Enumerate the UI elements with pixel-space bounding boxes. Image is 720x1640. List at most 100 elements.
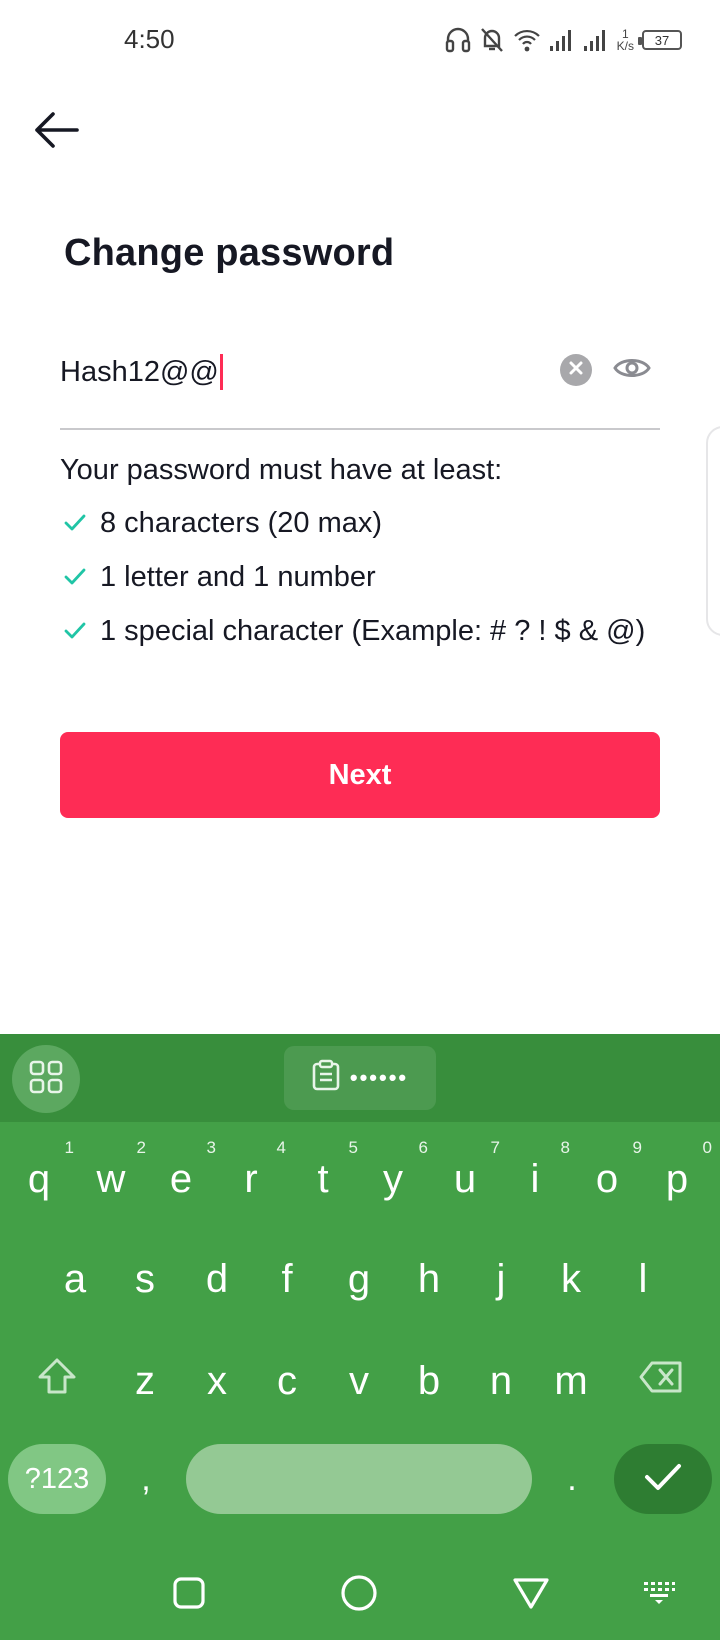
key-r[interactable]: r4: [216, 1134, 286, 1224]
back-button[interactable]: [30, 106, 82, 158]
keyboard-icon: [642, 1580, 676, 1611]
key-hint: 7: [490, 1138, 500, 1157]
keyboard-toolbar: ••••••: [0, 1034, 720, 1122]
checkmark-icon: [643, 1462, 683, 1497]
key-label: w: [96, 1156, 126, 1201]
shift-icon: [37, 1357, 77, 1405]
side-panel-handle[interactable]: [706, 426, 720, 636]
clipboard-suggestion[interactable]: ••••••: [284, 1046, 436, 1110]
arrow-left-icon: [33, 111, 79, 154]
key-hint: 0: [702, 1138, 712, 1157]
next-button[interactable]: Next: [60, 732, 660, 818]
key-t[interactable]: t5: [288, 1134, 358, 1224]
net-speed: 1 K/s: [617, 28, 634, 52]
key-d[interactable]: d: [182, 1234, 252, 1324]
key-i[interactable]: i8: [500, 1134, 570, 1224]
key-label: u: [453, 1156, 477, 1201]
key-hint: 8: [560, 1138, 570, 1157]
enter-key[interactable]: [614, 1444, 712, 1514]
key-hint: 5: [348, 1138, 358, 1157]
key-c[interactable]: c: [252, 1336, 322, 1426]
key-q[interactable]: q1: [4, 1134, 74, 1224]
recents-button[interactable]: [164, 1570, 214, 1620]
key-m[interactable]: m: [536, 1336, 606, 1426]
key-k[interactable]: k: [536, 1234, 606, 1324]
requirement-text: 1 letter and 1 number: [100, 561, 376, 593]
requirement-text: 1 special character (Example: # ? ! $ & …: [100, 615, 646, 647]
status-time: 4:50: [124, 24, 175, 54]
keyboard-apps-button[interactable]: [12, 1045, 80, 1113]
net-speed-unit: K/s: [616, 39, 634, 53]
key-hint: 3: [206, 1138, 216, 1157]
key-label: t: [317, 1156, 329, 1201]
password-input[interactable]: Hash12@@: [60, 352, 223, 392]
key-hint: 9: [632, 1138, 642, 1157]
key-b[interactable]: b: [394, 1336, 464, 1426]
key-h[interactable]: h: [394, 1234, 464, 1324]
key-o[interactable]: o9: [572, 1134, 642, 1224]
requirements-list: 8 characters (20 max) 1 letter and 1 num…: [60, 504, 660, 666]
circle-icon: [339, 1573, 379, 1618]
signal-icon: [583, 28, 609, 52]
clear-button[interactable]: [560, 354, 592, 386]
check-icon: [64, 622, 96, 640]
eye-icon: [613, 355, 651, 386]
back-nav-button[interactable]: [506, 1570, 556, 1620]
backspace-icon: [638, 1359, 684, 1404]
show-password-button[interactable]: [612, 352, 652, 388]
battery-level: 37: [654, 32, 670, 48]
key-label: o: [595, 1156, 619, 1201]
symbols-key[interactable]: ?123: [8, 1444, 106, 1514]
page-title: Change password: [64, 232, 395, 274]
key-x[interactable]: x: [182, 1336, 252, 1426]
grid-icon: [29, 1060, 63, 1099]
key-label: e: [169, 1156, 193, 1201]
status-bar: 4:50 1 K/s 37: [0, 0, 720, 80]
key-j[interactable]: j: [466, 1234, 536, 1324]
requirement-item: 1 letter and 1 number: [60, 558, 660, 596]
check-icon: [64, 568, 96, 586]
key-label: q: [27, 1156, 51, 1201]
period-key[interactable]: .: [542, 1444, 602, 1514]
password-field[interactable]: Hash12@@: [60, 338, 660, 430]
key-a[interactable]: a: [40, 1234, 110, 1324]
key-s[interactable]: s: [110, 1234, 180, 1324]
key-label: p: [665, 1156, 689, 1201]
key-l[interactable]: l: [608, 1234, 678, 1324]
backspace-key[interactable]: [626, 1336, 696, 1426]
headphones-icon: [445, 26, 471, 54]
clipboard-icon: [312, 1059, 340, 1098]
shift-key[interactable]: [22, 1336, 92, 1426]
password-value: Hash12@@: [60, 355, 219, 388]
square-icon: [172, 1576, 206, 1615]
key-w[interactable]: w2: [76, 1134, 146, 1224]
key-y[interactable]: y6: [358, 1134, 428, 1224]
key-label: r: [244, 1156, 258, 1201]
key-label: y: [383, 1156, 403, 1201]
key-p[interactable]: p0: [642, 1134, 712, 1224]
requirement-item: 8 characters (20 max): [60, 504, 660, 542]
bell-off-icon: [479, 26, 505, 54]
text-cursor: [219, 354, 223, 390]
key-f[interactable]: f: [252, 1234, 322, 1324]
status-icons: 1 K/s 37: [445, 22, 682, 58]
check-icon: [64, 514, 96, 532]
key-hint: 4: [276, 1138, 286, 1157]
key-g[interactable]: g: [324, 1234, 394, 1324]
key-hint: 2: [136, 1138, 146, 1157]
requirement-text: 8 characters (20 max): [100, 507, 383, 539]
triangle-icon: [512, 1576, 550, 1615]
navigation-bar: [0, 1548, 720, 1640]
home-button[interactable]: [334, 1570, 384, 1620]
key-e[interactable]: e3: [146, 1134, 216, 1224]
key-u[interactable]: u7: [430, 1134, 500, 1224]
key-z[interactable]: z: [110, 1336, 180, 1426]
space-key[interactable]: [186, 1444, 532, 1514]
clear-icon: [568, 360, 584, 381]
comma-key[interactable]: ,: [116, 1444, 176, 1514]
wifi-icon: [513, 27, 541, 53]
keyboard-switch-button[interactable]: [634, 1570, 684, 1620]
key-v[interactable]: v: [324, 1336, 394, 1426]
key-label: i: [530, 1156, 540, 1201]
key-n[interactable]: n: [466, 1336, 536, 1426]
